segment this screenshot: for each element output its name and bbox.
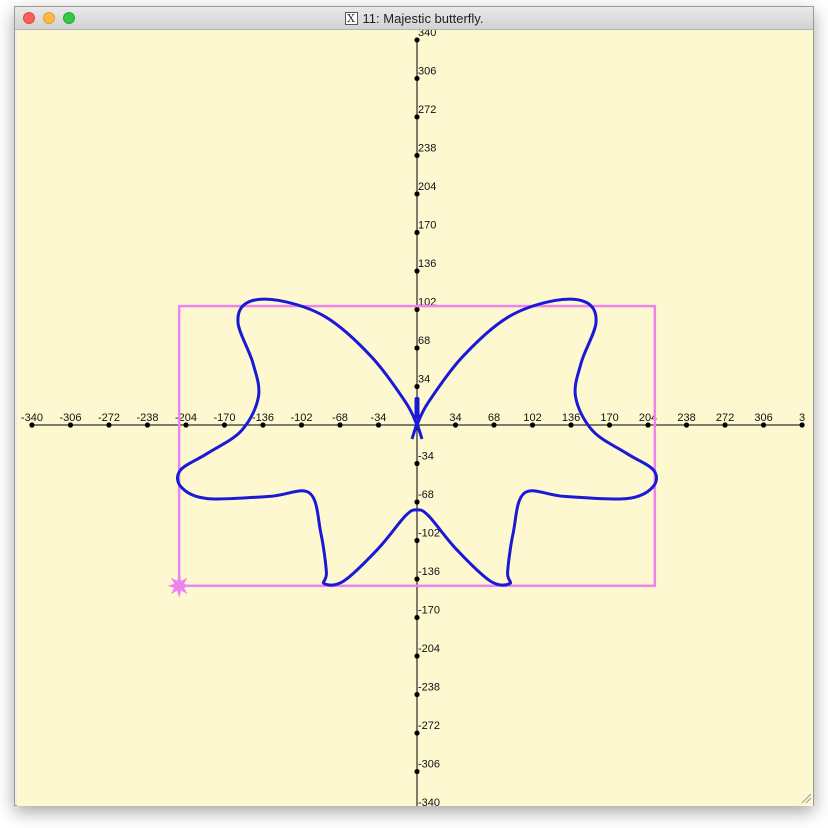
x-tick-label: -340	[21, 412, 43, 424]
y-tick-label: -340	[418, 797, 440, 806]
plot-svg: -340 -306 -272 -238 -204 -170 -136 -102 -68 -34 34…	[21, 30, 805, 806]
x-tick-label: -238	[136, 412, 158, 424]
turtle-body	[414, 397, 420, 419]
window-title: 11: Majestic butterfly.	[362, 10, 484, 26]
y-tick-label: -34	[418, 451, 434, 463]
y-tick-label: -68	[418, 489, 434, 501]
title-bar[interactable]: X 11: Majestic butterfly.	[15, 7, 813, 30]
y-tick-label: 238	[418, 142, 436, 154]
y-tick-label: -306	[418, 759, 440, 771]
y-tick-label: -204	[418, 643, 440, 655]
y-tick-label: 340	[418, 30, 436, 39]
x-tick-label: -272	[98, 412, 120, 424]
x-tick-label: 238	[677, 412, 695, 424]
x-tick-label: 306	[754, 412, 772, 424]
star-marker-icon	[167, 574, 191, 598]
y-tick-label: 34	[418, 373, 430, 385]
y-tick-label: 204	[418, 181, 436, 193]
x-tick-label: 136	[562, 412, 580, 424]
x-tick-label: 102	[523, 412, 541, 424]
y-tick-label: 68	[418, 335, 430, 347]
x-tick-label: -306	[59, 412, 81, 424]
x-tick-label: -102	[290, 412, 312, 424]
window-title-group: X 11: Majestic butterfly.	[15, 7, 813, 29]
y-tick-label: -238	[418, 682, 440, 694]
app-window: X 11: Majestic butterfly. -340 -306 -272 -2…	[14, 6, 814, 806]
drawing-canvas[interactable]: -340 -306 -272 -238 -204 -170 -136 -102 -68 -34 34…	[17, 30, 813, 806]
y-tick-label: 306	[418, 65, 436, 77]
y-tick-label: -136	[418, 566, 440, 578]
x-tick-label: 170	[600, 412, 618, 424]
y-tick-label: -170	[418, 605, 440, 617]
x11-icon: X	[344, 11, 358, 25]
y-tick-label: -102	[418, 528, 440, 540]
x-tick-label: 272	[716, 412, 734, 424]
resize-grip-icon[interactable]	[800, 792, 812, 804]
x-tick-label: -136	[252, 412, 274, 424]
y-tick-label: 170	[418, 219, 436, 231]
x-tick-label: -170	[213, 412, 235, 424]
x-tick-label: 3	[799, 412, 805, 424]
y-tick-label: -272	[418, 720, 440, 732]
x-tick-label: 68	[488, 412, 500, 424]
x-tick-label: -34	[371, 412, 387, 424]
x-tick-label: 34	[449, 412, 461, 424]
x-tick-label: -68	[332, 412, 348, 424]
y-tick-label: 136	[418, 258, 436, 270]
y-tick-label: 272	[418, 104, 436, 116]
